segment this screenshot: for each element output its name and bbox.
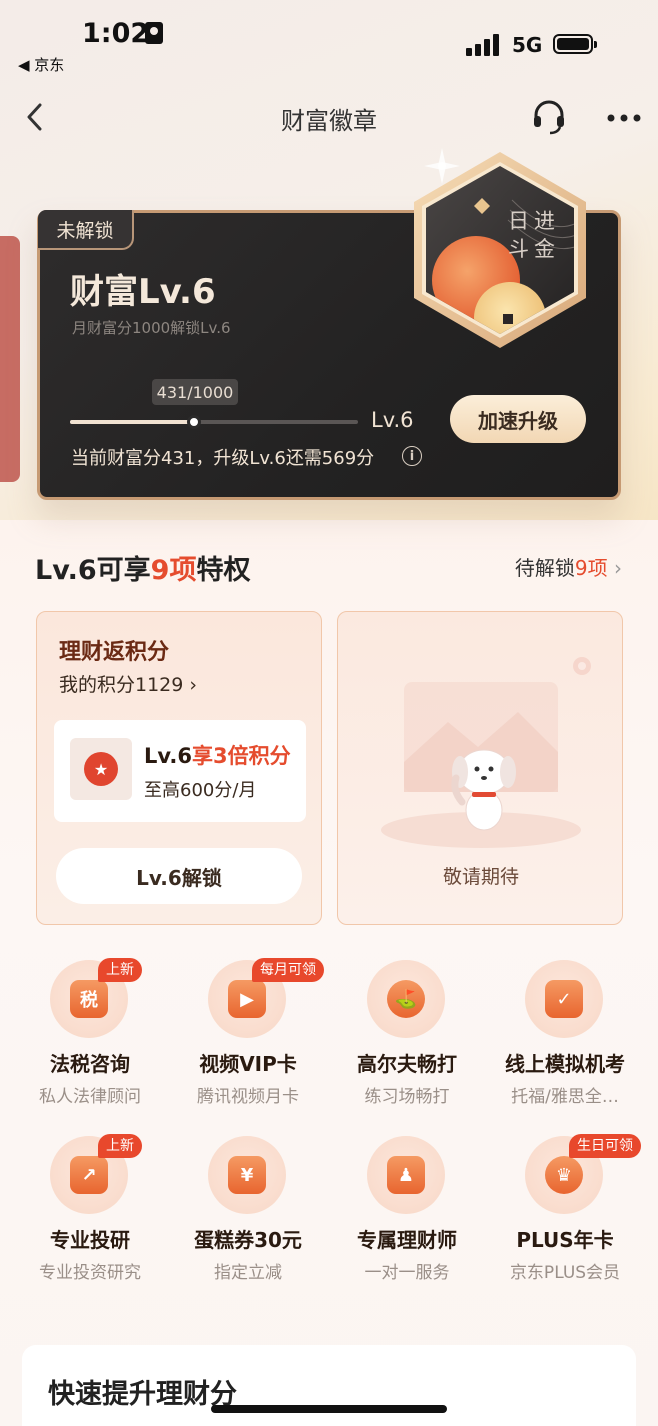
benefit-name: 线上模拟机考 xyxy=(505,1052,625,1076)
home-indicator[interactable] xyxy=(211,1405,447,1413)
points-benefit-box: Lv.6享3倍积分 至高600分/月 xyxy=(54,720,306,822)
status-bar: 1:02 ◀ 京东 5G xyxy=(0,0,658,80)
benefit-glyph: 税 xyxy=(70,980,108,1018)
benefit-subtitle: 一对一服务 xyxy=(364,1263,450,1283)
privileges-title: Lv.6可享9项特权 xyxy=(35,555,251,586)
svg-text:斗: 斗 xyxy=(508,237,529,261)
pending-unlock-link[interactable]: 待解锁9项 › xyxy=(515,552,622,581)
benefit-subtitle: 京东PLUS会员 xyxy=(509,1263,621,1283)
headset-icon xyxy=(534,100,564,135)
level-title: 财富Lv.6 xyxy=(70,272,216,312)
benefit-subtitle: 专业投资研究 xyxy=(39,1263,141,1283)
benefit-name: 视频VIP卡 xyxy=(199,1052,297,1076)
points-card-title: 理财返积分 xyxy=(59,640,170,665)
network-type: 5G xyxy=(512,33,543,57)
benefit-name: 蛋糕券30元 xyxy=(194,1228,302,1252)
previous-level-card-edge[interactable] xyxy=(0,236,20,482)
coupon-icon: ¥ xyxy=(208,1136,286,1214)
svg-text:金: 金 xyxy=(534,237,555,261)
benefit-glyph: ▶ xyxy=(228,980,266,1018)
benefit-tag: 每月可领 xyxy=(252,958,324,982)
progress-fill xyxy=(70,420,195,424)
benefit-name: PLUS年卡 xyxy=(516,1228,614,1252)
boost-upgrade-button[interactable]: 加速升级 xyxy=(450,395,586,443)
progress-tooltip: 431/1000 xyxy=(152,379,238,405)
benefit-subtitle: 练习场畅打 xyxy=(364,1087,450,1107)
mascot-dog-icon xyxy=(381,657,591,848)
benefit-name: 专属理财师 xyxy=(357,1228,457,1252)
back-to-app-link[interactable]: ◀ 京东 xyxy=(18,54,64,75)
coming-soon-card: 敬请期待 xyxy=(337,611,623,925)
benefit-glyph: ♛ xyxy=(545,1156,583,1194)
advisor-icon: ♟ xyxy=(367,1136,445,1214)
battery-icon xyxy=(553,34,597,54)
points-star-icon xyxy=(70,738,132,800)
benefit-glyph: ⛳ xyxy=(387,980,425,1018)
wealth-badge-icon: 日 进 斗 金 xyxy=(414,148,586,348)
quick-boost-title: 快速提升理财分 xyxy=(48,1379,237,1410)
benefit-glyph: ✓ xyxy=(545,980,583,1018)
svg-text:日: 日 xyxy=(508,209,529,233)
points-cap: 至高600分/月 xyxy=(144,780,257,801)
info-icon[interactable]: i xyxy=(402,446,422,466)
coming-soon-text: 敬请期待 xyxy=(442,866,519,888)
score-description: 当前财富分431，升级Lv.6还需569分 xyxy=(71,448,375,469)
signal-icon xyxy=(466,34,502,56)
benefit-subtitle: 私人法律顾问 xyxy=(39,1087,141,1107)
benefit-subtitle: 托福/雅思全… xyxy=(511,1087,619,1107)
customer-service-button[interactable] xyxy=(530,98,568,136)
benefit-name: 专业投研 xyxy=(50,1228,130,1252)
lock-status-tag: 未解锁 xyxy=(38,210,134,250)
chevron-right-icon: › xyxy=(614,556,622,580)
points-privilege-card[interactable]: 理财返积分 我的积分1129 › Lv.6享3倍积分 至高600分/月 Lv.6… xyxy=(36,611,322,925)
benefit-name: 高尔夫畅打 xyxy=(357,1052,457,1076)
level-subtitle: 月财富分1000解锁Lv.6 xyxy=(72,319,231,337)
progress-bar xyxy=(70,415,358,429)
monitor-check-icon: ✓ xyxy=(525,960,603,1038)
svg-text:进: 进 xyxy=(534,209,555,233)
more-button[interactable] xyxy=(606,110,642,124)
points-multiplier: Lv.6享3倍积分 xyxy=(144,744,291,768)
benefit-tag: 生日可领 xyxy=(569,1134,641,1158)
benefit-tag: 上新 xyxy=(98,958,142,982)
benefit-name: 法税咨询 xyxy=(50,1052,130,1076)
benefit-glyph: ↗ xyxy=(70,1156,108,1194)
my-points-link[interactable]: 我的积分1129 › xyxy=(59,670,197,697)
status-time: 1:02 xyxy=(82,18,150,49)
progress-target-level: Lv.6 xyxy=(371,408,414,432)
golf-icon: ⛳ xyxy=(367,960,445,1038)
id-card-icon xyxy=(145,22,163,44)
benefit-glyph: ¥ xyxy=(228,1156,266,1194)
benefit-tag: 上新 xyxy=(98,1134,142,1158)
unlock-button[interactable]: Lv.6解锁 xyxy=(56,848,302,904)
more-dots-icon xyxy=(607,114,641,122)
benefit-subtitle: 指定立减 xyxy=(214,1263,282,1283)
benefit-subtitle: 腾讯视频月卡 xyxy=(197,1087,299,1107)
benefit-glyph: ♟ xyxy=(387,1156,425,1194)
